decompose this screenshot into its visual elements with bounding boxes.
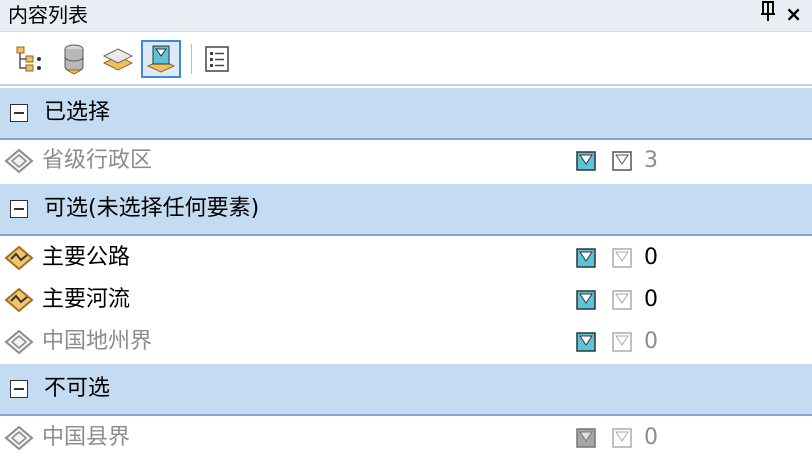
- polygon-layer-icon: [4, 425, 34, 451]
- list-by-selection-button[interactable]: [141, 40, 181, 78]
- selected-count: 0: [644, 329, 658, 354]
- panel-title: 内容列表: [8, 3, 88, 27]
- layer-name: 主要河流: [42, 287, 131, 312]
- list-by-source-button[interactable]: [54, 40, 94, 78]
- selected-count: 3: [644, 148, 658, 173]
- panel-titlebar: 内容列表 ×: [0, 0, 812, 32]
- group-header-unselectable[interactable]: 不可选: [0, 364, 812, 416]
- group-label: 已选择: [44, 100, 111, 125]
- layer-name: 省级行政区: [42, 148, 153, 173]
- line-layer-icon: [4, 245, 34, 271]
- close-icon[interactable]: ×: [785, 0, 802, 28]
- selectable-toggle-icon[interactable]: [576, 428, 596, 448]
- select-features-icon[interactable]: [612, 151, 632, 171]
- group-label: 不可选: [44, 376, 111, 401]
- select-features-icon[interactable]: [612, 428, 632, 448]
- layer-row[interactable]: 省级行政区 3: [0, 140, 812, 182]
- polygon-layer-icon: [4, 329, 34, 355]
- toolbar-separator: [191, 44, 192, 74]
- list-by-visibility-button[interactable]: [98, 40, 138, 78]
- list-by-selection-icon: [146, 45, 176, 73]
- collapse-toggle-icon[interactable]: [10, 380, 28, 398]
- options-button[interactable]: [197, 40, 237, 78]
- layer-row[interactable]: 中国地州界 0: [0, 321, 812, 363]
- list-by-source-icon: [64, 44, 84, 75]
- polygon-layer-icon: [4, 148, 34, 174]
- list-by-drawing-order-icon: [16, 46, 41, 72]
- selectable-toggle-icon[interactable]: [576, 290, 596, 310]
- options-icon: [205, 46, 229, 72]
- selected-count: 0: [644, 425, 658, 450]
- line-layer-icon: [4, 287, 34, 313]
- pin-icon[interactable]: [760, 0, 776, 31]
- layer-row[interactable]: 中国县界 0: [0, 417, 812, 459]
- collapse-toggle-icon[interactable]: [10, 104, 28, 122]
- layer-name: 主要公路: [42, 245, 131, 270]
- layer-row[interactable]: 主要河流 0: [0, 279, 812, 321]
- group-label: 可选(未选择任何要素): [44, 196, 260, 221]
- group-header-selectable[interactable]: 可选(未选择任何要素): [0, 184, 812, 236]
- selectable-toggle-icon[interactable]: [576, 332, 596, 352]
- select-features-icon[interactable]: [612, 290, 632, 310]
- select-features-icon[interactable]: [612, 248, 632, 268]
- selectable-toggle-icon[interactable]: [576, 151, 596, 171]
- layer-name: 中国县界: [42, 425, 131, 450]
- collapse-toggle-icon[interactable]: [10, 200, 28, 218]
- list-by-visibility-icon: [102, 48, 134, 71]
- layer-name: 中国地州界: [42, 329, 153, 354]
- selectable-toggle-icon[interactable]: [576, 248, 596, 268]
- selected-count: 0: [644, 287, 658, 312]
- group-header-selected[interactable]: 已选择: [0, 88, 812, 140]
- layer-row[interactable]: 主要公路 0: [0, 237, 812, 279]
- list-by-drawing-order-button[interactable]: [10, 40, 50, 78]
- select-features-icon[interactable]: [612, 332, 632, 352]
- selected-count: 0: [644, 245, 658, 270]
- toolbar: [0, 32, 812, 86]
